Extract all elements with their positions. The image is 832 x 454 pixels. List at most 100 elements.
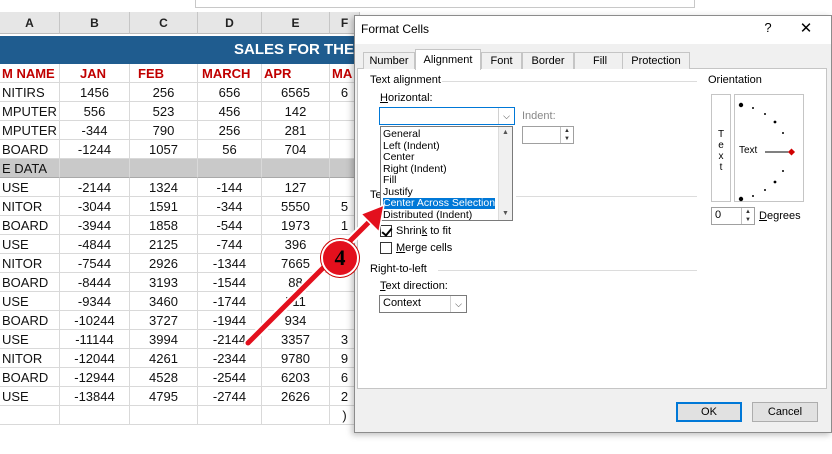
table-cell[interactable]: BOARD <box>0 140 60 159</box>
table-cell[interactable]: 3994 <box>130 330 198 349</box>
option-item[interactable]: General <box>383 129 495 140</box>
table-cell[interactable]: -744 <box>198 235 262 254</box>
table-cell[interactable]: 1324 <box>130 178 198 197</box>
table-cell[interactable]: 3357 <box>262 330 330 349</box>
table-cell[interactable]: -2744 <box>198 387 262 406</box>
table-cell[interactable]: -3944 <box>60 216 130 235</box>
horizontal-options-list[interactable]: General Left (Indent) Center Right (Indent)… <box>380 126 513 221</box>
table-cell[interactable]: 56 <box>198 140 262 159</box>
option-item[interactable]: Right (Indent) <box>383 163 495 175</box>
degrees-spinner[interactable]: 0 ▲ ▼ <box>711 207 755 225</box>
option-item[interactable]: Center Across Selection <box>383 198 495 209</box>
list-scrollbar[interactable]: ▲ ▼ <box>498 127 512 220</box>
merge-cells-checkbox[interactable] <box>380 242 392 254</box>
table-cell[interactable]: -12944 <box>60 368 130 387</box>
tab-border[interactable]: Border <box>522 52 574 69</box>
table-cell[interactable]: BOARD <box>0 368 60 387</box>
option-item[interactable]: Center <box>383 152 495 163</box>
header-cell[interactable]: MARCH <box>198 64 262 83</box>
table-cell[interactable]: E DATA <box>0 159 60 178</box>
table-cell[interactable]: NITOR <box>0 197 60 216</box>
formula-bar[interactable] <box>195 0 695 8</box>
option-item[interactable]: Fill <box>383 175 495 186</box>
table-cell[interactable]: BOARD <box>0 216 60 235</box>
spin-up-icon[interactable]: ▲ <box>742 208 754 216</box>
option-item[interactable]: Left (Indent) <box>383 140 495 152</box>
shrink-to-fit-label[interactable]: Shrink to fit <box>396 225 451 237</box>
table-cell[interactable]: 456 <box>198 102 262 121</box>
tab-alignment[interactable]: Alignment <box>415 49 481 70</box>
table-cell[interactable]: 3727 <box>130 311 198 330</box>
table-cell[interactable]: -344 <box>198 197 262 216</box>
table-cell[interactable]: -11144 <box>60 330 130 349</box>
scroll-up-icon[interactable]: ▲ <box>499 127 512 139</box>
table-cell[interactable]: 2125 <box>130 235 198 254</box>
table-cell[interactable]: 2626 <box>262 387 330 406</box>
column-header-e[interactable]: E <box>262 12 330 34</box>
table-cell[interactable]: 790 <box>130 121 198 140</box>
table-cell[interactable]: 6203 <box>262 368 330 387</box>
table-cell[interactable]: -1744 <box>198 292 262 311</box>
table-cell[interactable]: USE <box>0 235 60 254</box>
column-header-b[interactable]: B <box>60 12 130 34</box>
table-cell[interactable] <box>262 159 330 178</box>
header-cell[interactable]: M NAME <box>0 64 60 83</box>
chevron-down-icon[interactable]: ⌵ <box>450 296 466 312</box>
spin-up-icon[interactable]: ▲ <box>561 127 573 135</box>
table-cell[interactable]: -9344 <box>60 292 130 311</box>
table-cell[interactable] <box>198 159 262 178</box>
table-cell[interactable]: 4528 <box>130 368 198 387</box>
merge-cells-label[interactable]: Merge cells <box>396 242 452 254</box>
table-cell[interactable]: NITOR <box>0 254 60 273</box>
chevron-down-icon[interactable]: ⌵ <box>498 108 514 124</box>
table-cell[interactable]: USE <box>0 292 60 311</box>
table-cell[interactable]: 142 <box>262 102 330 121</box>
table-cell[interactable]: USE <box>0 330 60 349</box>
header-cell[interactable]: APR <box>262 64 330 83</box>
header-cell[interactable]: JAN <box>60 64 130 83</box>
table-cell[interactable]: -7544 <box>60 254 130 273</box>
table-cell[interactable]: 127 <box>262 178 330 197</box>
tab-protection[interactable]: Protection <box>622 52 690 69</box>
table-cell[interactable]: -12044 <box>60 349 130 368</box>
table-cell[interactable]: -1944 <box>198 311 262 330</box>
close-button[interactable]: ✕ <box>795 19 817 39</box>
table-cell[interactable]: -10244 <box>60 311 130 330</box>
text-direction-select[interactable]: Context ⌵ <box>379 295 467 313</box>
table-cell[interactable] <box>262 406 330 425</box>
table-cell[interactable]: 704 <box>262 140 330 159</box>
table-cell[interactable]: 396 <box>262 235 330 254</box>
column-header-c[interactable]: C <box>130 12 198 34</box>
table-cell[interactable] <box>130 159 198 178</box>
indent-spinner[interactable]: ▲ ▼ <box>522 126 574 144</box>
table-cell[interactable]: NITOR <box>0 349 60 368</box>
table-cell[interactable]: -13844 <box>60 387 130 406</box>
table-cell[interactable]: 934 <box>262 311 330 330</box>
option-item[interactable]: Justify <box>383 186 495 198</box>
table-cell[interactable]: -2144 <box>198 330 262 349</box>
table-cell[interactable]: -344 <box>60 121 130 140</box>
table-cell[interactable]: -144 <box>198 178 262 197</box>
table-cell[interactable] <box>130 406 198 425</box>
table-cell[interactable]: -544 <box>198 216 262 235</box>
table-cell[interactable]: 523 <box>130 102 198 121</box>
table-cell[interactable]: 9780 <box>262 349 330 368</box>
table-cell[interactable]: 1591 <box>130 197 198 216</box>
table-cell[interactable]: BOARD <box>0 311 60 330</box>
spinner-buttons[interactable]: ▲ ▼ <box>741 208 754 224</box>
table-cell[interactable]: BOARD <box>0 273 60 292</box>
column-header-d[interactable]: D <box>198 12 262 34</box>
table-cell[interactable]: -1544 <box>198 273 262 292</box>
option-item[interactable]: Distributed (Indent) <box>383 209 495 221</box>
spinner-buttons[interactable]: ▲ ▼ <box>560 127 573 143</box>
table-cell[interactable]: NITIRS <box>0 83 60 102</box>
tab-number[interactable]: Number <box>363 52 415 69</box>
spin-down-icon[interactable]: ▼ <box>742 216 754 224</box>
table-cell[interactable]: -1244 <box>60 140 130 159</box>
horizontal-select[interactable]: ⌵ <box>379 107 515 125</box>
table-cell[interactable] <box>60 159 130 178</box>
orientation-dial[interactable]: Text <box>734 94 804 202</box>
table-cell[interactable]: 1057 <box>130 140 198 159</box>
table-cell[interactable]: -2544 <box>198 368 262 387</box>
ok-button[interactable]: OK <box>676 402 742 422</box>
